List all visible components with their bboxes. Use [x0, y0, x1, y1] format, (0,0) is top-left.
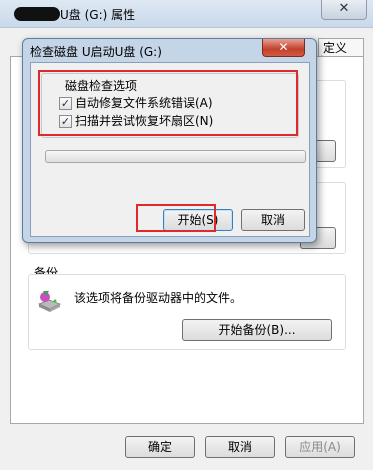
check-disk-titlebar: 检查磁盘 U启动U盘 (G:) ✕ [23, 39, 316, 61]
start-highlight-frame [136, 204, 216, 232]
properties-titlebar: U盘 (G:) 属性 ✕ [0, 0, 373, 28]
apply-button[interactable]: 应用(A) [285, 436, 355, 458]
check-cancel-button[interactable]: 取消 [241, 209, 305, 231]
properties-close-button[interactable]: ✕ [321, 0, 367, 20]
backup-description: 该选项将备份驱动器中的文件。 [74, 291, 243, 305]
cancel-button[interactable]: 取消 [205, 436, 275, 458]
options-highlight-frame [38, 70, 298, 136]
check-disk-close-button[interactable]: ✕ [262, 39, 305, 57]
redacted-title-prefix [14, 7, 60, 21]
start-backup-button[interactable]: 开始备份(B)... [182, 319, 332, 341]
ok-button[interactable]: 确定 [125, 436, 195, 458]
backup-drive-icon [37, 291, 62, 312]
check-progress-bar [45, 150, 306, 163]
properties-title: U盘 (G:) 属性 [60, 8, 136, 22]
check-disk-title: 检查磁盘 U启动U盘 (G:) [30, 45, 162, 59]
